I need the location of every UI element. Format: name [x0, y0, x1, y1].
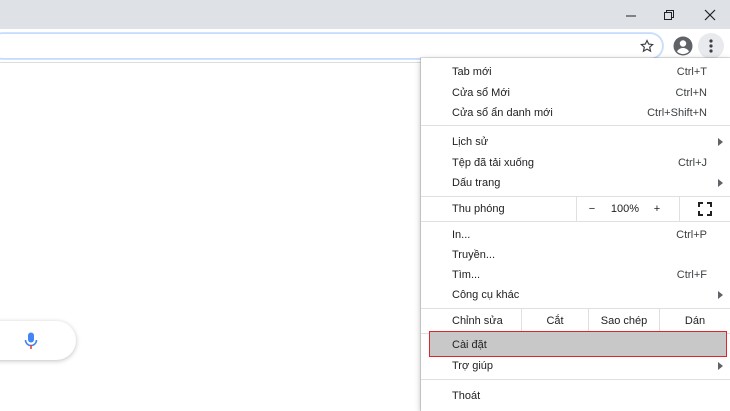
menu-item-settings[interactable]: Cài đặt: [421, 334, 730, 355]
restore-icon: [664, 9, 674, 20]
chrome-menu: Tab mới Ctrl+T Cửa sổ Mới Ctrl+N Cửa sổ …: [421, 58, 730, 411]
close-icon: [704, 9, 716, 20]
menu-item-label: Truyền...: [452, 248, 495, 261]
menu-item-shortcut: Ctrl+J: [677, 156, 707, 169]
cut-button[interactable]: Cắt: [522, 309, 588, 333]
menu-item-shortcut: Ctrl+P: [676, 228, 707, 241]
menu-item-new-window[interactable]: Cửa sổ Mới Ctrl+N: [421, 82, 730, 103]
zoom-level: 100%: [610, 203, 640, 215]
search-box[interactable]: [0, 321, 76, 360]
menu-item-label: Trợ giúp: [452, 359, 494, 372]
restore-button[interactable]: [652, 0, 686, 29]
minimize-button[interactable]: [614, 0, 648, 29]
menu-item-history[interactable]: Lịch sử: [421, 131, 730, 152]
zoom-row: Thu phóng − 100% +: [421, 197, 730, 221]
star-icon: [640, 39, 654, 53]
menu-item-more-tools[interactable]: Công cụ khác: [421, 284, 730, 305]
menu-item-label: Cửa sổ ẩn danh mới: [452, 106, 553, 119]
zoom-in-button[interactable]: +: [647, 197, 667, 221]
menu-item-label: Lịch sử: [452, 135, 489, 148]
zoom-divider: [576, 197, 577, 221]
menu-item-label: Thoát: [452, 389, 481, 402]
edit-row: Chỉnh sửa Cắt Sao chép Dán: [421, 309, 730, 333]
menu-item-find[interactable]: Tìm... Ctrl+F: [421, 264, 730, 285]
profile-icon: [673, 36, 693, 56]
more-menu-button[interactable]: [698, 33, 724, 59]
fullscreen-button[interactable]: [680, 197, 730, 221]
menu-item-label: Cửa sổ Mới: [452, 86, 510, 99]
menu-item-new-incognito-window[interactable]: Cửa sổ ẩn danh mới Ctrl+Shift+N: [421, 102, 730, 123]
menu-item-shortcut: Ctrl+T: [676, 65, 707, 78]
menu-item-label: Cài đặt: [452, 338, 487, 351]
paste-button[interactable]: Dán: [660, 309, 730, 333]
menu-item-new-tab[interactable]: Tab mới Ctrl+T: [421, 61, 730, 82]
menu-item-label: Dấu trang: [452, 176, 501, 189]
close-button[interactable]: [693, 0, 727, 29]
menu-item-print[interactable]: In... Ctrl+P: [421, 224, 730, 245]
fullscreen-icon: [698, 202, 712, 216]
zoom-out-button[interactable]: −: [581, 197, 603, 221]
menu-item-label: Tệp đã tải xuống: [452, 156, 534, 169]
menu-item-label: In...: [452, 228, 471, 241]
menu-separator: [421, 221, 730, 222]
edit-label: Chỉnh sửa: [452, 315, 503, 327]
submenu-arrow-icon: [718, 362, 723, 370]
submenu-arrow-icon: [718, 138, 723, 146]
address-bar[interactable]: [0, 33, 663, 59]
menu-item-shortcut: Ctrl+F: [676, 268, 707, 281]
menu-item-bookmarks[interactable]: Dấu trang: [421, 172, 730, 193]
menu-item-label: Tab mới: [452, 65, 492, 78]
minimize-icon: [626, 15, 636, 16]
menu-item-label: Công cụ khác: [452, 288, 520, 301]
menu-item-label: Tìm...: [452, 268, 481, 281]
submenu-arrow-icon: [718, 179, 723, 187]
bookmark-star-button[interactable]: [634, 33, 660, 59]
menu-separator: [421, 379, 730, 380]
more-icon: [709, 39, 713, 53]
menu-item-shortcut: Ctrl+N: [675, 86, 707, 99]
title-bar: [0, 0, 730, 29]
menu-separator: [421, 125, 730, 126]
profile-button[interactable]: [670, 33, 696, 59]
menu-item-shortcut: Ctrl+Shift+N: [647, 106, 707, 119]
copy-button[interactable]: Sao chép: [589, 309, 659, 333]
menu-item-exit[interactable]: Thoát: [421, 385, 730, 406]
microphone-icon[interactable]: [23, 332, 39, 350]
menu-item-cast[interactable]: Truyền...: [421, 244, 730, 265]
zoom-label: Thu phóng: [452, 203, 505, 215]
menu-item-help[interactable]: Trợ giúp: [421, 355, 730, 376]
menu-item-downloads[interactable]: Tệp đã tải xuống Ctrl+J: [421, 152, 730, 173]
submenu-arrow-icon: [718, 291, 723, 299]
